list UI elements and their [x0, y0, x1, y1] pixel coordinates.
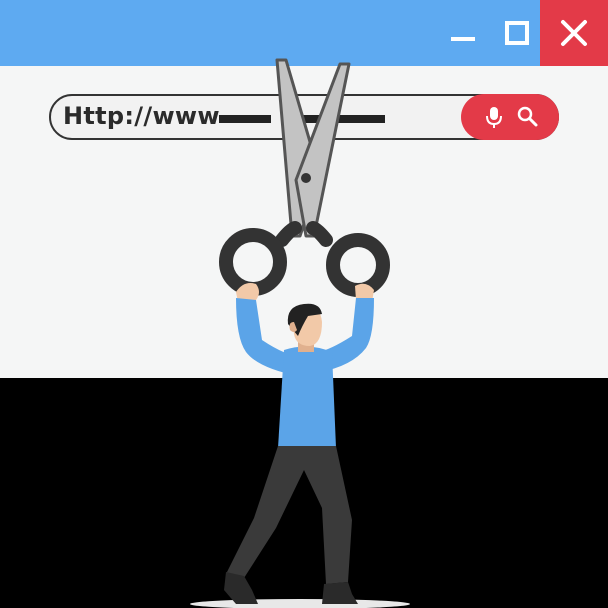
maximize-icon	[505, 21, 529, 45]
close-icon	[561, 20, 587, 46]
redacted-segment	[299, 115, 385, 123]
minimize-icon	[451, 37, 475, 41]
maximize-button[interactable]	[494, 0, 540, 66]
microphone-icon[interactable]	[483, 104, 505, 130]
minimize-button[interactable]	[440, 0, 486, 66]
close-button[interactable]	[540, 0, 608, 66]
floor-shadow	[190, 599, 410, 608]
search-buttons	[461, 94, 559, 140]
title-bar	[0, 0, 608, 66]
address-text: Http://www	[63, 102, 220, 130]
search-icon[interactable]	[515, 104, 541, 130]
browser-window: Http://www	[0, 0, 608, 378]
address-bar[interactable]: Http://www	[49, 94, 559, 140]
redacted-segment	[219, 115, 271, 123]
